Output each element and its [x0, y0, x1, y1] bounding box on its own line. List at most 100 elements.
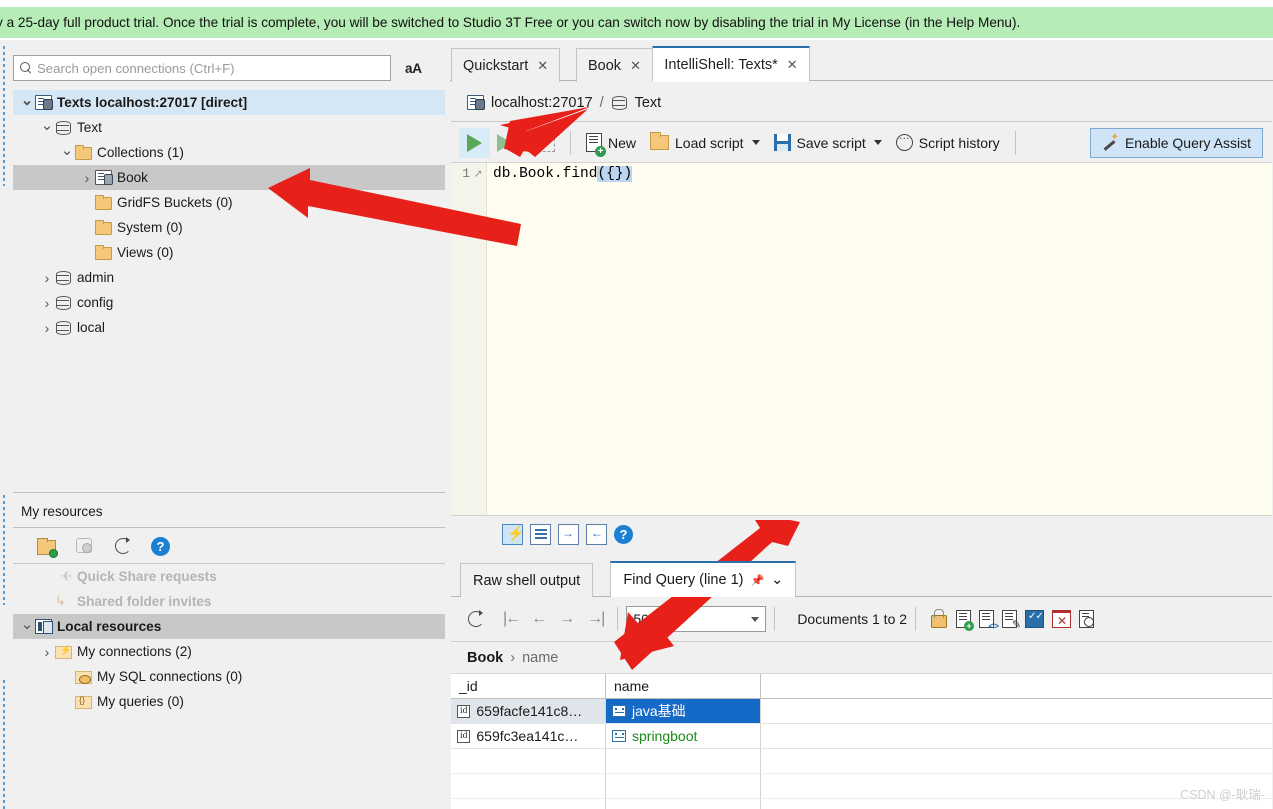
help-icon-editor[interactable]: ? — [614, 525, 633, 544]
script-editor[interactable]: 1 ➚ db.Book.find({}) — [451, 163, 1272, 515]
query-assist-label: Enable Query Assist — [1124, 135, 1251, 151]
match-case-toggle[interactable]: aA — [405, 61, 422, 76]
breadcrumb-connection[interactable]: localhost:27017 — [491, 95, 593, 111]
indent-left-icon[interactable] — [586, 524, 607, 545]
tree-item-quick-share-requests[interactable]: ✈ Quick Share requests — [13, 564, 445, 589]
chevron-closed-icon[interactable] — [39, 644, 55, 660]
chevron-open-icon[interactable] — [39, 119, 55, 137]
tree-item-collections-1[interactable]: Collections (1) — [13, 140, 445, 165]
new-folder-icon[interactable] — [37, 537, 58, 558]
add-document-icon[interactable] — [956, 610, 975, 631]
format-bolt-icon[interactable] — [502, 524, 524, 545]
tree-item-texts-localhost-27017-direct[interactable]: Texts localhost:27017 [direct] — [13, 90, 445, 115]
close-icon[interactable]: ✕ — [537, 58, 548, 74]
result-path-field[interactable]: name — [522, 650, 558, 666]
help-icon[interactable]: ? — [151, 536, 170, 556]
results-tab-find-query-line-1[interactable]: Find Query (line 1) 📌 ⌄ — [610, 561, 797, 597]
folder-bolt-icon — [55, 645, 72, 659]
script-history-button[interactable]: Script history — [889, 128, 1007, 158]
cell-empty[interactable] — [761, 724, 1272, 748]
tab-intellishell-texts[interactable]: IntelliShell: Texts* ✕ — [652, 46, 810, 82]
nav-prev-button[interactable]: ← — [525, 610, 553, 628]
cell-name[interactable]: java基础 — [606, 699, 761, 723]
column-header[interactable] — [761, 674, 1272, 698]
tree-item-my-queries-0[interactable]: My queries (0) — [13, 689, 445, 714]
cell-id[interactable]: id 659facfe141c8… — [451, 699, 606, 723]
tree-item-config[interactable]: config — [13, 290, 445, 315]
column-header[interactable]: _id — [451, 674, 606, 698]
view-json-icon[interactable] — [979, 610, 999, 631]
chevron-open-icon[interactable] — [59, 144, 75, 162]
nav-first-button[interactable]: |← — [497, 610, 525, 628]
tree-item-views-0[interactable]: Views (0) — [13, 240, 445, 265]
chevron-closed-icon[interactable] — [79, 170, 95, 186]
close-icon[interactable]: ✕ — [787, 57, 798, 73]
tree-item-system-0[interactable]: System (0) — [13, 215, 445, 240]
tree-item-admin[interactable]: admin — [13, 265, 445, 290]
run-current-button[interactable] — [490, 128, 527, 158]
save-script-button[interactable]: Save script — [767, 128, 889, 158]
editor-bottom-toolbar: ? — [451, 515, 1272, 553]
tab-book[interactable]: Book ✕ — [576, 48, 653, 82]
tree-item-text[interactable]: Text — [13, 115, 445, 140]
tree-item-gridfs-buckets-0[interactable]: GridFS Buckets (0) — [13, 190, 445, 215]
refresh-icon[interactable] — [112, 536, 134, 556]
page-size-select[interactable]: 50 — [626, 606, 767, 632]
chevron-down-icon-2[interactable] — [873, 140, 882, 145]
nav-last-button[interactable]: →| — [581, 610, 609, 628]
lock-icon[interactable] — [928, 609, 948, 629]
discard-icon[interactable] — [1052, 610, 1072, 628]
tree-item-my-connections-2[interactable]: My connections (2) — [13, 639, 445, 664]
folder-icon — [75, 144, 92, 160]
cell-empty[interactable] — [761, 699, 1272, 723]
run-current-icon — [497, 133, 512, 152]
column-header[interactable]: name — [606, 674, 761, 698]
load-script-button[interactable]: Load script — [643, 128, 766, 158]
code-text-highlight: ({}) — [597, 166, 633, 182]
chevron-closed-icon[interactable] — [39, 295, 55, 311]
tab-quickstart[interactable]: Quickstart ✕ — [451, 48, 561, 82]
chevron-down-icon[interactable] — [751, 140, 760, 145]
indent-right-icon[interactable] — [558, 524, 579, 545]
result-path-collection[interactable]: Book — [467, 650, 503, 666]
chevron-open-icon[interactable] — [19, 94, 35, 112]
run-selection-button[interactable] — [527, 128, 562, 158]
pin-icon[interactable]: 📌 — [750, 574, 764, 587]
share-icon[interactable] — [73, 536, 95, 556]
fold-marker-icon[interactable]: ➚ — [474, 167, 483, 180]
word-wrap-icon[interactable] — [530, 524, 551, 545]
tree-item-local[interactable]: local — [13, 315, 445, 340]
close-icon[interactable]: ✕ — [630, 58, 641, 74]
chevron-down-icon-results-tab[interactable]: ⌄ — [771, 572, 783, 588]
run-all-button[interactable] — [459, 127, 490, 158]
cell-name[interactable]: springboot — [606, 724, 761, 748]
results-grid: _id name id 659facfe141c8… java基础 id 659fc3ea1… — [451, 674, 1272, 809]
local-resources-icon — [35, 619, 53, 634]
confirm-icon[interactable] — [1025, 610, 1045, 628]
breadcrumb: localhost:27017 / Text — [451, 84, 1272, 122]
tree-item-local-resources[interactable]: Local resources — [13, 614, 445, 639]
chevron-closed-icon[interactable] — [39, 270, 55, 286]
tree-item-book[interactable]: Book — [13, 165, 445, 190]
chevron-open-icon[interactable] — [19, 618, 35, 636]
my-resources-toolbar: ? — [13, 528, 445, 564]
enable-query-assist-button[interactable]: Enable Query Assist — [1089, 128, 1263, 158]
new-script-button[interactable]: New — [579, 128, 643, 158]
nav-next-button[interactable]: → — [553, 610, 581, 628]
table-row[interactable]: id 659fc3ea141c… springboot — [451, 724, 1272, 749]
tree-item-shared-folder-invites[interactable]: ↳ Shared folder invites — [13, 589, 445, 614]
chevron-closed-icon[interactable] — [39, 320, 55, 336]
find-document-icon[interactable] — [1079, 610, 1095, 628]
table-row[interactable]: id 659facfe141c8… java基础 — [451, 699, 1272, 724]
results-tab-raw-shell-output[interactable]: Raw shell output — [460, 563, 594, 597]
cell-id[interactable]: id 659fc3ea141c… — [451, 724, 606, 748]
code-text: db.Book.find — [493, 166, 598, 182]
breadcrumb-database[interactable]: Text — [635, 95, 662, 111]
table-row-empty — [451, 774, 1272, 799]
code-line-1[interactable]: db.Book.find({}) — [493, 166, 633, 182]
edit-document-icon[interactable] — [1002, 610, 1021, 631]
collection-icon — [95, 170, 113, 185]
tree-item-my-sql-connections-0[interactable]: My SQL connections (0) — [13, 664, 445, 689]
results-refresh-icon[interactable] — [465, 609, 487, 629]
search-input[interactable]: Search open connections (Ctrl+F) — [13, 55, 391, 81]
